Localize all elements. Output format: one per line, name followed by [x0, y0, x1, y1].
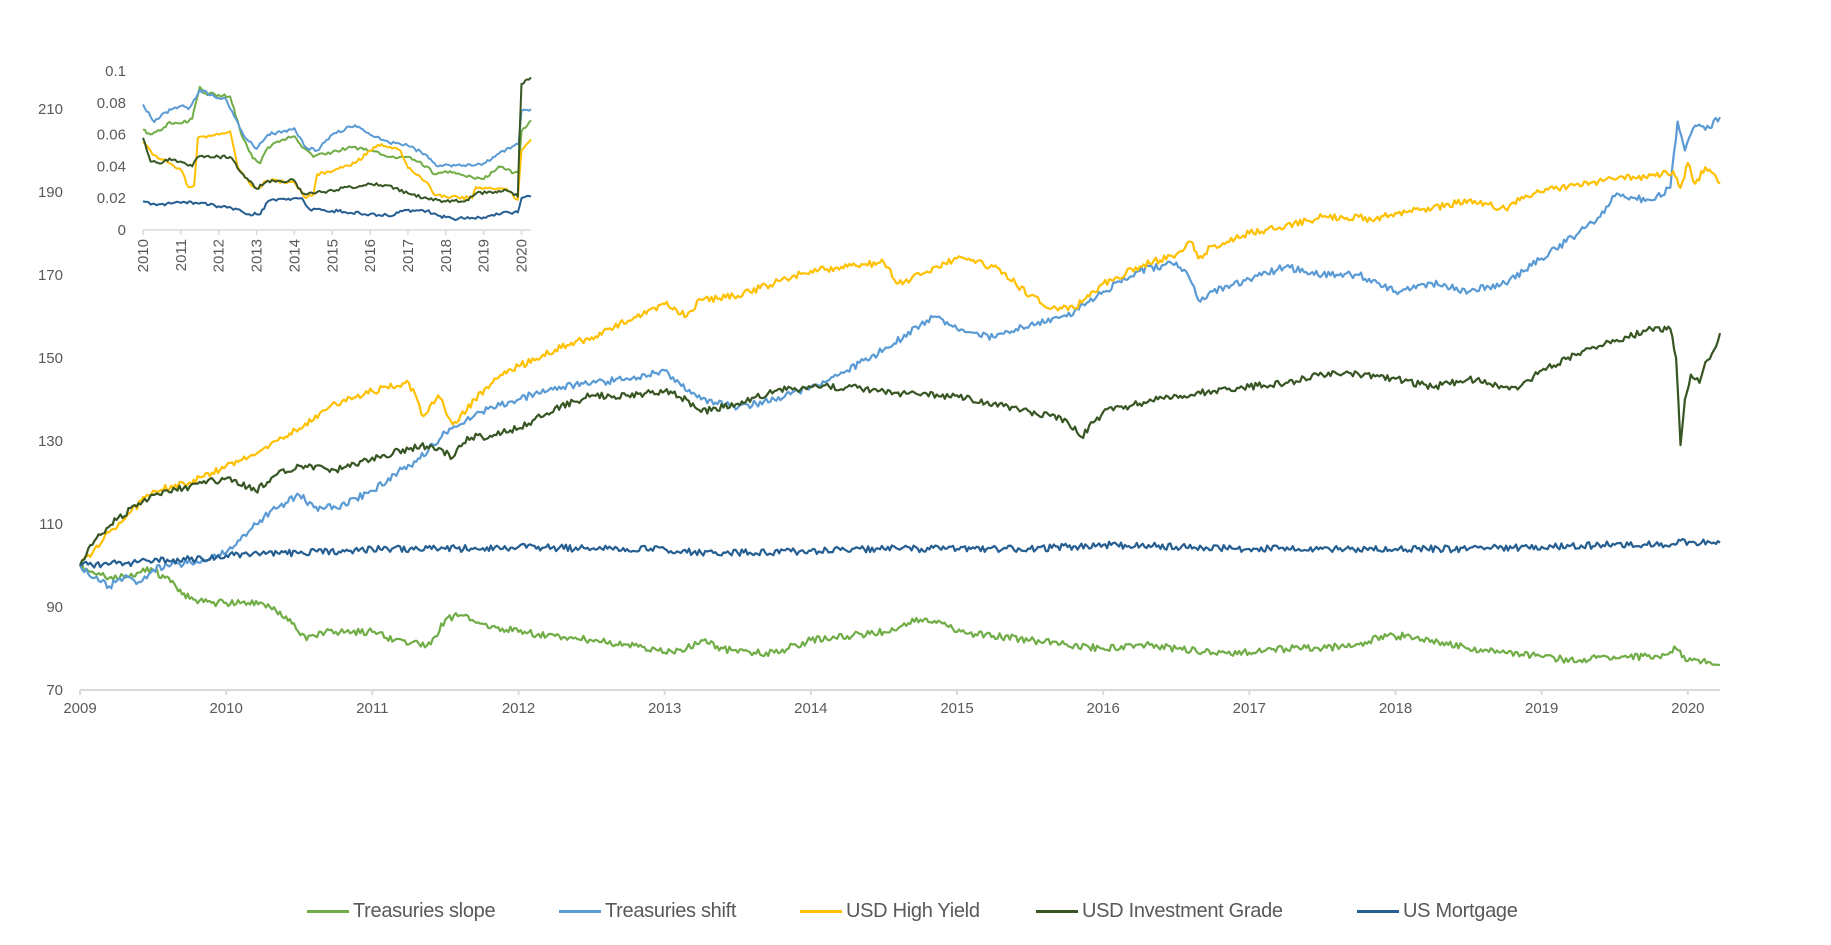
main-y-tick-label: 110: [39, 516, 63, 533]
main-x-tick-label: 2014: [794, 700, 827, 717]
inset-x-tick-label: 2020: [514, 239, 531, 272]
legend-label: US Mortgage: [1403, 899, 1518, 922]
main-y-tick-label: 170: [38, 267, 63, 284]
legend-item-usd-investment-grade[interactable]: USD Investment Grade: [1036, 897, 1283, 925]
inset-x-tick-label: 2017: [400, 239, 417, 272]
legend-swatch: [559, 909, 601, 913]
main-x-tick-label: 2009: [63, 700, 96, 717]
inset-y-tick-label: 0.08: [97, 95, 126, 112]
legend-label: Treasuries shift: [605, 899, 737, 922]
inset-chart-axes: 2010 2011 2012 2013 2014 2015 2016 2017 2018 2019…: [97, 63, 531, 272]
main-y-tick-label: 150: [38, 350, 63, 367]
legend-item-treasuries-shift[interactable]: Treasuries shift: [559, 897, 736, 925]
inset-x-tick-label: 2018: [438, 239, 455, 272]
main-y-tick-label: 130: [38, 433, 63, 450]
inset-x-tick-label: 2012: [211, 239, 228, 272]
main-series-us-mortgage: [79, 537, 1721, 569]
main-x-tick-label: 2013: [648, 700, 681, 717]
chart: 2009 2010 2011 2012 2013 2014 2015 2016 2017 2018…: [38, 63, 1722, 717]
main-y-tick-label: 70: [46, 682, 63, 699]
main-x-tick-label: 2019: [1525, 700, 1558, 717]
legend-swatch: [1036, 909, 1078, 913]
inset-x-tick-label: 2019: [476, 239, 493, 272]
main-chart-axes: 2009 2010 2011 2012 2013 2014 2015 2016 2017 2018…: [38, 101, 1720, 717]
main-x-tick-label: 2015: [940, 700, 973, 717]
main-x-tick-label: 2020: [1671, 700, 1704, 717]
main-series-usd-high-yield: [79, 161, 1721, 566]
inset-y-tick-label: 0.06: [97, 127, 126, 144]
main-chart-lines: [78, 116, 1722, 667]
inset-series-usd-investment-grade: [142, 76, 532, 204]
legend-item-usd-high-yield[interactable]: USD High Yield: [800, 897, 980, 925]
main-y-tick-label: 190: [38, 184, 63, 201]
legend-label: USD Investment Grade: [1082, 899, 1283, 922]
inset-y-tick-label: 0.04: [97, 158, 126, 175]
main-x-tick-label: 2010: [209, 700, 242, 717]
inset-x-tick-label: 2015: [324, 239, 341, 272]
legend-label: USD High Yield: [846, 899, 980, 922]
main-series-treasuries-shift: [79, 116, 1721, 590]
legend: Treasuries slope Treasuries shift USD Hi…: [0, 897, 1831, 925]
inset-x-tick-label: 2011: [173, 239, 190, 271]
main-x-tick-label: 2017: [1233, 700, 1266, 717]
inset-chart-lines: [142, 76, 532, 222]
main-x-tick-label: 2016: [1086, 700, 1119, 717]
legend-swatch: [1357, 909, 1399, 913]
main-series-treasuries-slope: [79, 562, 1721, 667]
main-series-usd-investment-grade: [78, 325, 1722, 566]
main-x-tick-label: 2011: [356, 700, 388, 717]
main-x-tick-label: 2012: [502, 700, 535, 717]
inset-y-tick-label: 0.02: [97, 190, 126, 207]
inset-y-tick-label: 0.1: [105, 63, 126, 80]
inset-series-us-mortgage: [142, 194, 532, 222]
inset-x-tick-label: 2010: [135, 239, 152, 272]
legend-swatch: [307, 909, 349, 913]
inset-y-tick-label: 0: [118, 222, 126, 239]
legend-label: Treasuries slope: [353, 899, 496, 922]
inset-x-tick-label: 2013: [249, 239, 266, 272]
inset-x-tick-label: 2016: [362, 239, 379, 272]
main-y-tick-label: 210: [38, 101, 63, 118]
inset-x-tick-label: 2014: [286, 239, 303, 272]
main-y-tick-label: 90: [46, 599, 63, 616]
main-x-tick-label: 2018: [1379, 700, 1412, 717]
legend-item-us-mortgage[interactable]: US Mortgage: [1357, 897, 1518, 925]
legend-item-treasuries-slope[interactable]: Treasuries slope: [307, 897, 496, 925]
legend-swatch: [800, 909, 842, 913]
